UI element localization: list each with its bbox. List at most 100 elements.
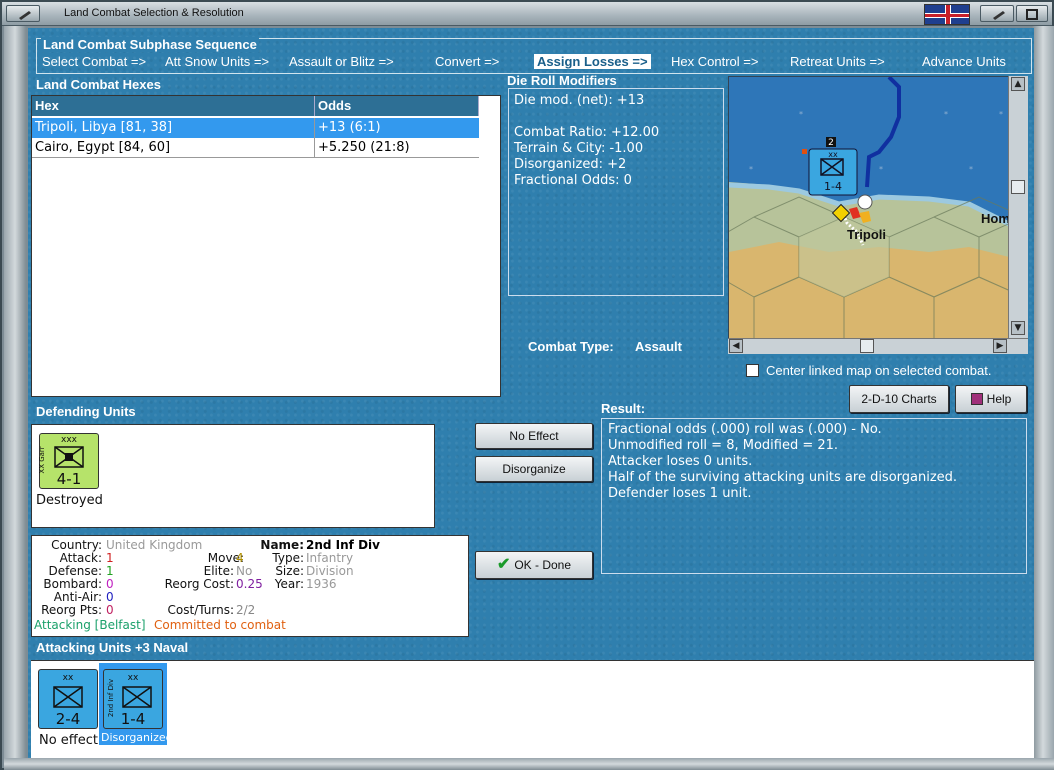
scroll-thumb[interactable]: [1011, 180, 1025, 194]
result-line: Unmodified roll = 8, Modified = 21.: [608, 438, 839, 453]
result-line: Defender loses 1 unit.: [608, 486, 752, 501]
map-city-label-2: Hom: [981, 211, 1010, 226]
map-horizontal-scrollbar[interactable]: ◀ ▶: [728, 338, 1028, 354]
unit-info-panel: Country: United Kingdom Attack: 1 Defens…: [31, 535, 469, 637]
defense-key: Defense:: [48, 564, 102, 578]
reorg-pts-value: 0: [106, 603, 114, 617]
map-unit-strength: 1-4: [824, 180, 842, 193]
title-bar[interactable]: Land Combat Selection & Resolution: [2, 2, 1052, 26]
attacking-unit-status: Disorganized: [101, 731, 173, 744]
restore-icon: [993, 11, 1005, 20]
scroll-down-icon[interactable]: ▼: [1011, 321, 1025, 335]
table-row[interactable]: Cairo, Egypt [84, 60] +5.250 (21:8): [32, 138, 479, 158]
attack-key: Attack:: [59, 551, 102, 565]
result-line: Attacker loses 0 units.: [608, 454, 753, 469]
result-line: Half of the surviving attacking units ar…: [608, 470, 958, 485]
cost-turns-key: Cost/Turns:: [167, 603, 234, 617]
minimize-button[interactable]: [6, 5, 40, 22]
odds-cell: +13 (6:1): [318, 120, 381, 135]
restore-button[interactable]: [980, 5, 1014, 22]
defending-title: Defending Units: [36, 404, 136, 419]
type-value: Infantry: [306, 551, 354, 565]
attack-value: 1: [106, 551, 114, 565]
scroll-thumb[interactable]: [860, 339, 874, 353]
seq-step-retreat: Retreat Units =>: [790, 54, 885, 69]
move-key: Move:: [207, 551, 244, 565]
svg-text:*: *: [999, 110, 1003, 119]
svg-text:*: *: [879, 165, 883, 174]
committed-status: Committed to combat: [154, 618, 286, 632]
unit-size: xxx: [61, 435, 77, 445]
result-line: Fractional odds (.000) roll was (.000) -…: [608, 422, 882, 437]
size-key: Size:: [275, 564, 304, 578]
scroll-up-icon[interactable]: ▲: [1011, 77, 1025, 91]
hex-cell: Tripoli, Libya [81, 38]: [35, 120, 173, 135]
attacking-from: Attacking [Belfast]: [34, 618, 146, 632]
attacking-unit-counter[interactable]: xx 2nd Inf Div 1-4: [103, 669, 163, 729]
odds-cell: +5.250 (21:8): [318, 140, 410, 155]
linked-map[interactable]: * * * * * * xx 1-4 2 Tripoli Hom: [728, 76, 1028, 354]
minimize-icon: [19, 11, 31, 20]
frame-right: [1032, 26, 1054, 768]
ok-done-label: OK - Done: [514, 558, 572, 572]
svg-text:*: *: [799, 110, 803, 119]
name-key: Name:: [260, 538, 304, 552]
center-map-label: Center linked map on selected combat.: [766, 363, 992, 378]
col-odds[interactable]: Odds: [315, 96, 479, 116]
scroll-right-icon[interactable]: ▶: [993, 339, 1007, 353]
svg-text:*: *: [969, 165, 973, 174]
no-effect-button[interactable]: No Effect: [475, 423, 593, 449]
sequence-title: Land Combat Subphase Sequence: [41, 37, 259, 52]
disorganize-button[interactable]: Disorganize: [475, 456, 593, 482]
attacking-units-panel: xx 2-4 No effect xx 2nd Inf Div 1-4 Diso…: [31, 660, 1034, 758]
svg-text:*: *: [749, 165, 753, 174]
svg-text:*: *: [944, 110, 948, 119]
cost-turns-value: 2/2: [236, 603, 256, 617]
map-vertical-scrollbar[interactable]: ▲ ▼: [1008, 76, 1028, 338]
dialog-content: Land Combat Subphase Sequence Select Com…: [28, 28, 1034, 758]
modifier-line: Combat Ratio: +12.00: [514, 125, 660, 140]
name-value: 2nd Inf Div: [306, 538, 380, 552]
charts-button[interactable]: 2-D-10 Charts: [849, 385, 949, 413]
scroll-left-icon[interactable]: ◀: [729, 339, 743, 353]
defending-unit-status: Destroyed: [36, 493, 103, 508]
antiair-value: 0: [106, 590, 114, 604]
seq-step-assign-losses: Assign Losses =>: [534, 54, 651, 69]
defending-unit-counter[interactable]: xxx XX Garr 4-1: [38, 433, 99, 489]
modifier-line: Terrain & City: -1.00: [514, 141, 644, 156]
year-value: 1936: [306, 577, 337, 591]
help-button[interactable]: Help: [955, 385, 1027, 413]
type-key: Type:: [272, 551, 304, 565]
combat-type-label: Combat Type:: [528, 339, 614, 354]
table-row[interactable]: Tripoli, Libya [81, 38] +13 (6:1): [32, 118, 479, 138]
hexes-title: Land Combat Hexes: [36, 77, 161, 92]
attacking-title: Attacking Units +3 Naval: [36, 640, 189, 655]
unit-strength: 1-4: [120, 710, 146, 728]
seq-step-assault-blitz: Assault or Blitz =>: [289, 54, 394, 69]
country-key: Country:: [51, 538, 102, 552]
defense-value: 1: [106, 564, 114, 578]
modifier-line: [514, 109, 718, 125]
infantry-symbol-icon: [122, 686, 152, 708]
frame-left: [4, 26, 26, 768]
year-key: Year:: [274, 577, 304, 591]
seq-step-att-snow: Att Snow Units =>: [165, 54, 270, 69]
attacking-unit-counter[interactable]: xx 2-4: [38, 669, 98, 729]
infantry-symbol-icon: [53, 686, 83, 708]
unit-size: xx: [62, 673, 74, 683]
close-button[interactable]: [1016, 5, 1048, 22]
die-roll-modifiers: Die mod. (net): +13 Combat Ratio: +12.00…: [508, 88, 724, 296]
map-canvas[interactable]: * * * * * * xx 1-4 2 Tripoli Hom: [729, 77, 1028, 354]
attacking-unit-status: No effect: [39, 733, 99, 748]
window: Land Combat Selection & Resolution Land …: [0, 0, 1054, 770]
bombard-value: 0: [106, 577, 114, 591]
center-map-checkbox[interactable]: [746, 364, 759, 377]
reorg-cost-key: Reorg Cost:: [164, 577, 234, 591]
ok-done-button[interactable]: ✔ OK - Done: [475, 551, 593, 579]
unit-strength: 2-4: [55, 710, 81, 728]
hex-cell: Cairo, Egypt [84, 60]: [35, 140, 171, 155]
help-button-label: Help: [986, 392, 1012, 406]
seq-step-select-combat: Select Combat =>: [42, 54, 147, 69]
col-hex[interactable]: Hex: [32, 96, 315, 116]
modifier-line: Disorganized: +2: [514, 157, 627, 172]
